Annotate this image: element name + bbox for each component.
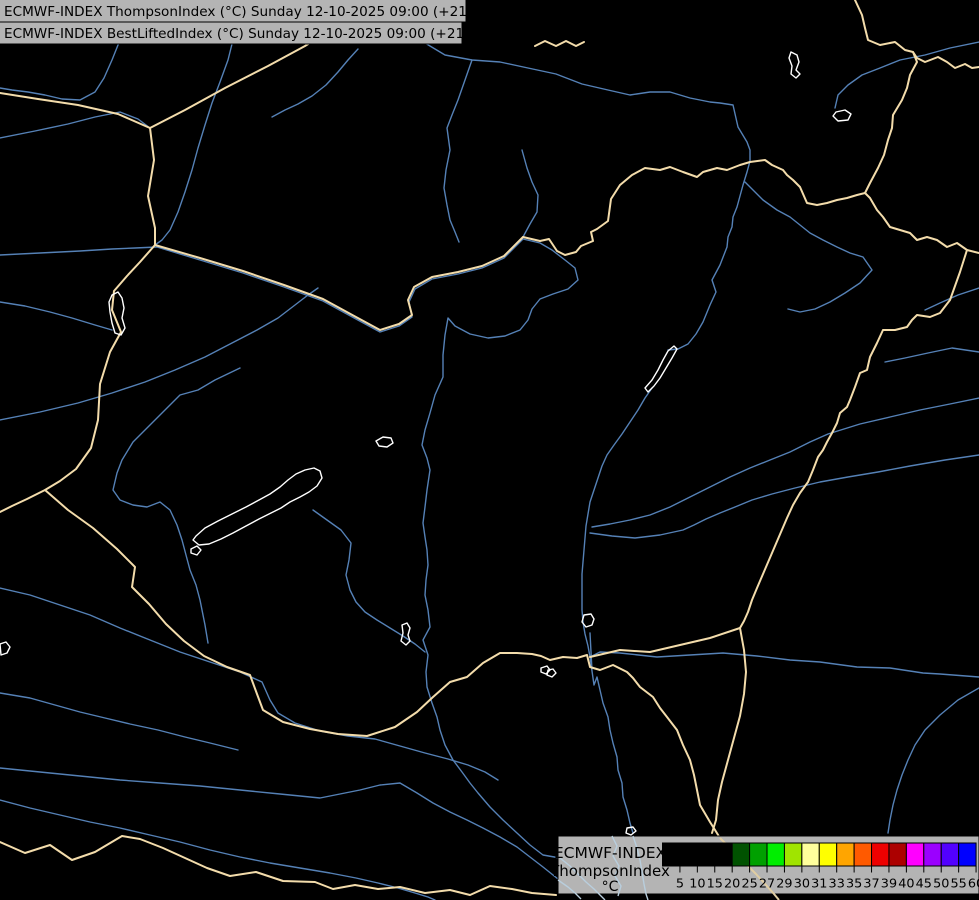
legend-tick-label: 50 [933, 877, 949, 892]
legend-cell [715, 843, 732, 866]
legend-tick-label: 30 [794, 877, 810, 892]
legend-cell [924, 843, 941, 866]
legend-tick-label: 25 [741, 877, 757, 892]
legend-cell [959, 843, 976, 866]
legend-cell [819, 843, 836, 866]
map-background [0, 0, 979, 900]
title-bar-2-text: ECMWF-INDEX BestLiftedIndex (°C) Sunday … [4, 26, 478, 42]
legend-product-label: ECMWF-INDEX [554, 844, 667, 862]
legend-tick-label: 10 [689, 877, 705, 892]
legend-index-label: ThompsonIndex [549, 862, 670, 880]
legend-cell [750, 843, 767, 866]
legend-cell [837, 843, 854, 866]
legend-tick-label: 31 [811, 877, 827, 892]
legend-cell [941, 843, 958, 866]
legend-tick-label: 35 [846, 877, 862, 892]
legend-cell [784, 843, 801, 866]
title-bar-1-text: ECMWF-INDEX ThompsonIndex (°C) Sunday 12… [4, 4, 481, 20]
legend-tick-label: 39 [881, 877, 897, 892]
legend-tick-label: 55 [950, 877, 966, 892]
legend-cell [697, 843, 714, 866]
legend-cell [680, 843, 697, 866]
legend-cell [802, 843, 819, 866]
legend-cell [767, 843, 784, 866]
legend-tick-label: 37 [863, 877, 879, 892]
legend-tick-label: 40 [898, 877, 914, 892]
legend-tick-label: 20 [724, 877, 740, 892]
legend-cell [906, 843, 923, 866]
legend-tick-label: 45 [916, 877, 932, 892]
legend-tick-label: 29 [776, 877, 792, 892]
weather-map-canvas: ECMWF-INDEX ThompsonIndex °C 5 1015202527… [0, 0, 979, 900]
legend-cell [889, 843, 906, 866]
legend-cell [872, 843, 889, 866]
legend-unit-label: °C [602, 879, 619, 895]
legend-cell [854, 843, 871, 866]
legend-cell [663, 843, 680, 866]
legend-tick-label: 27 [759, 877, 775, 892]
legend-tick-label: 33 [829, 877, 845, 892]
legend-tick-label: 5 [676, 877, 684, 892]
title-bars: ECMWF-INDEX ThompsonIndex (°C) Sunday 12… [0, 0, 481, 44]
legend-panel: ECMWF-INDEX ThompsonIndex °C 5 1015202527… [549, 827, 979, 900]
legend-cell [732, 843, 749, 866]
legend-tick-label: 15 [707, 877, 723, 892]
weather-map-screenshot: ECMWF-INDEX ThompsonIndex °C 5 1015202527… [0, 0, 979, 900]
legend-tick-label: 60 [968, 877, 979, 892]
